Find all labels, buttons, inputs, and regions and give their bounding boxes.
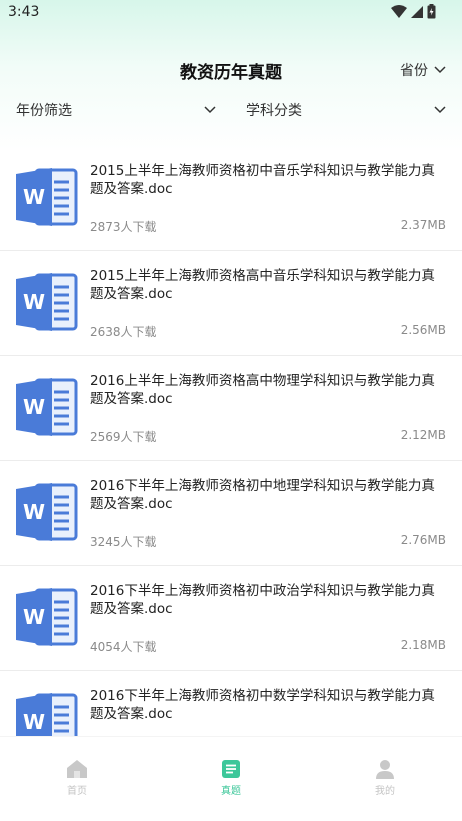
subject-filter[interactable]: 学科分类 — [246, 100, 446, 120]
tab-exam-label: 真题 — [221, 786, 241, 797]
year-filter-label: 年份筛选 — [16, 103, 72, 119]
word-doc-icon: W — [16, 273, 78, 331]
file-size: 2.76MB — [400, 533, 446, 547]
province-label: 省份 — [400, 63, 428, 79]
status-bar: 3:43 — [0, 0, 462, 26]
tab-home-label: 首页 — [67, 786, 87, 797]
signal-icon — [411, 5, 423, 18]
file-size: 2.37MB — [400, 218, 446, 232]
tab-mine-label: 我的 — [375, 786, 395, 797]
list-item[interactable]: W 2015上半年上海教师资格高中音乐学科知识与教学能力真题及答案.doc 26… — [0, 251, 462, 356]
svg-text:W: W — [23, 395, 45, 419]
document-list: W 2015上半年上海教师资格初中音乐学科知识与教学能力真题及答案.doc 28… — [0, 146, 462, 776]
download-count: 3245人下载 — [90, 535, 157, 549]
tab-exam[interactable]: 真题 — [191, 759, 271, 797]
word-doc-icon: W — [16, 378, 78, 436]
list-item[interactable]: W 2016下半年上海教师资格初中政治学科知识与教学能力真题及答案.doc 40… — [0, 566, 462, 671]
svg-text:W: W — [23, 500, 45, 524]
file-size: 2.56MB — [400, 323, 446, 337]
download-count: 4054人下载 — [90, 640, 157, 654]
item-title: 2015上半年上海教师资格高中音乐学科知识与教学能力真题及答案.doc — [90, 268, 435, 302]
user-icon — [376, 760, 394, 779]
bottom-tab-bar: 首页 真题 我的 — [0, 736, 462, 821]
status-time: 3:43 — [8, 4, 40, 20]
file-size: 2.12MB — [400, 428, 446, 442]
svg-text:W: W — [23, 605, 45, 629]
item-title: 2015上半年上海教师资格初中音乐学科知识与教学能力真题及答案.doc — [90, 163, 435, 197]
item-title: 2016上半年上海教师资格高中物理学科知识与教学能力真题及答案.doc — [90, 373, 435, 407]
download-count: 2873人下载 — [90, 220, 157, 234]
svg-text:W: W — [23, 710, 45, 734]
subject-filter-label: 学科分类 — [246, 103, 302, 119]
list-item[interactable]: W 2016下半年上海教师资格初中地理学科知识与教学能力真题及答案.doc 32… — [0, 461, 462, 566]
document-icon — [222, 760, 240, 778]
list-item[interactable]: W 2015上半年上海教师资格初中音乐学科知识与教学能力真题及答案.doc 28… — [0, 146, 462, 251]
file-size: 2.18MB — [400, 638, 446, 652]
download-count: 2638人下载 — [90, 325, 157, 339]
tab-home[interactable]: 首页 — [37, 759, 117, 797]
wifi-icon — [391, 4, 407, 18]
year-filter[interactable]: 年份筛选 — [16, 100, 216, 120]
app-header: 教资历年真题 省份 — [0, 52, 462, 88]
item-title: 2016下半年上海教师资格初中地理学科知识与教学能力真题及答案.doc — [90, 478, 435, 512]
chevron-down-icon — [434, 66, 446, 74]
chevron-down-icon — [434, 106, 446, 114]
svg-text:W: W — [23, 290, 45, 314]
page-title: 教资历年真题 — [180, 63, 282, 83]
chevron-down-icon — [204, 106, 216, 114]
battery-icon — [427, 4, 436, 19]
word-doc-icon: W — [16, 168, 78, 226]
item-title: 2016下半年上海教师资格初中政治学科知识与教学能力真题及答案.doc — [90, 583, 435, 617]
word-doc-icon: W — [16, 483, 78, 541]
status-icons — [391, 4, 436, 19]
download-count: 2569人下载 — [90, 430, 157, 444]
province-selector[interactable]: 省份 — [400, 60, 446, 80]
word-doc-icon: W — [16, 588, 78, 646]
tab-mine[interactable]: 我的 — [345, 759, 425, 797]
svg-text:W: W — [23, 185, 45, 209]
list-item[interactable]: W 2016上半年上海教师资格高中物理学科知识与教学能力真题及答案.doc 25… — [0, 356, 462, 461]
home-icon — [67, 760, 87, 778]
item-title: 2016下半年上海教师资格初中数学学科知识与教学能力真题及答案.doc — [90, 688, 435, 722]
filter-bar: 年份筛选 学科分类 — [0, 94, 462, 126]
